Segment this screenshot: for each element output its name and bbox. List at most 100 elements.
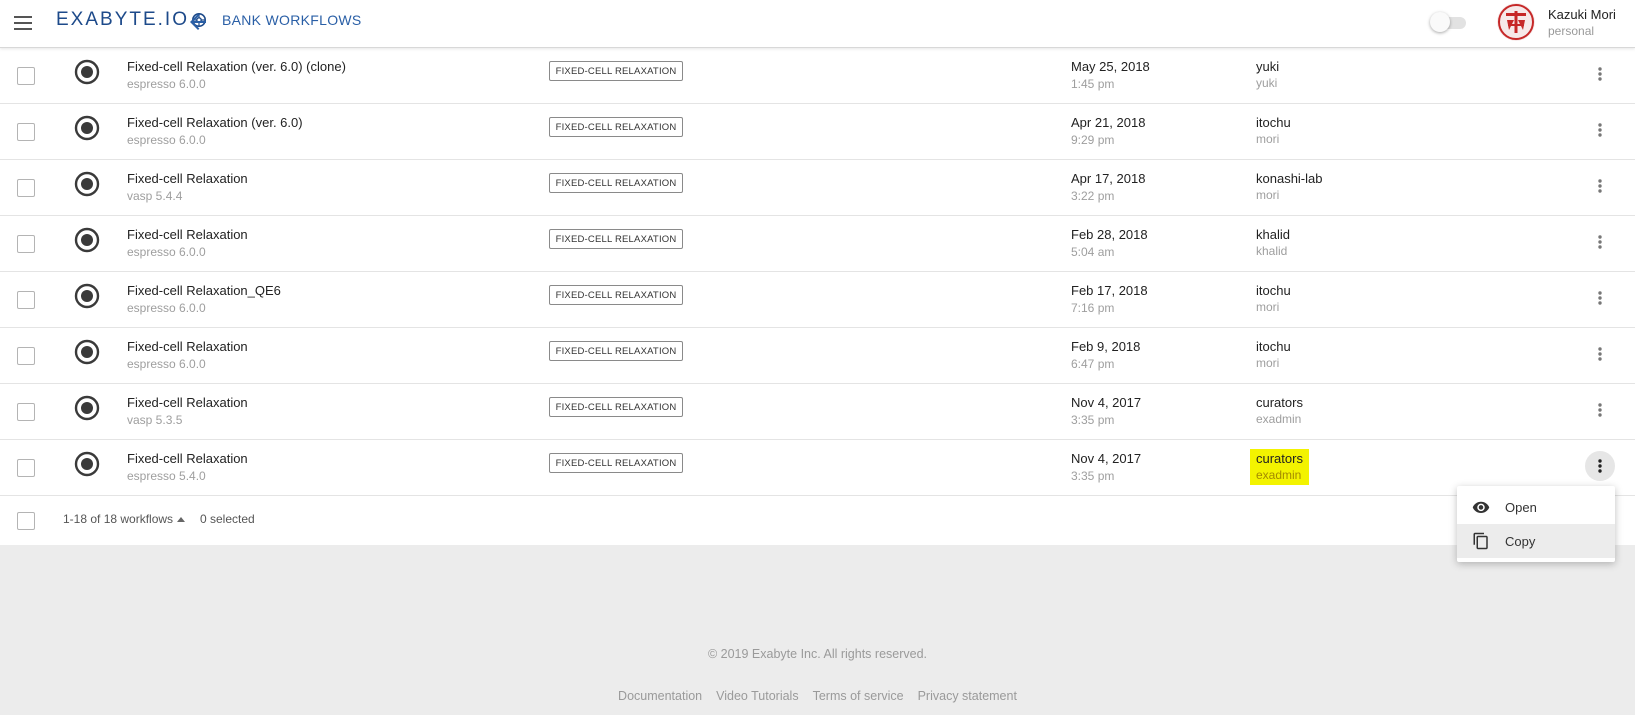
row-checkbox[interactable] (17, 123, 35, 141)
table-row[interactable]: Fixed-cell Relaxation vasp 5.3.5 FIXED-C… (0, 383, 1635, 440)
row-checkbox[interactable] (17, 347, 35, 365)
workflow-radio-icon (74, 395, 100, 421)
workflow-radio-icon (74, 115, 100, 141)
user-name[interactable]: Kazuki Mori (1548, 7, 1616, 22)
hamburger-menu-icon[interactable] (12, 12, 34, 34)
workflow-name[interactable]: Fixed-cell Relaxation (ver. 6.0) (clone) (127, 59, 346, 74)
workflow-tag: FIXED-CELL RELAXATION (549, 173, 683, 193)
workflow-application: espresso 6.0.0 (127, 357, 206, 371)
workflow-name[interactable]: Fixed-cell Relaxation (ver. 6.0) (127, 115, 303, 130)
row-checkbox[interactable] (17, 235, 35, 253)
menu-item-open[interactable]: Open (1457, 490, 1615, 524)
workflow-name[interactable]: Fixed-cell Relaxation (127, 171, 248, 186)
workflow-creator: exadmin (1256, 468, 1302, 482)
row-actions-menu: Open Copy (1457, 486, 1615, 562)
menu-item-label: Copy (1505, 533, 1536, 549)
workflow-tag: FIXED-CELL RELAXATION (549, 453, 683, 473)
owner-cell: curators exadmin (1250, 393, 1309, 429)
workflow-tag: FIXED-CELL RELAXATION (549, 117, 683, 137)
workflow-creator: mori (1256, 356, 1280, 370)
terms-of-service-link[interactable]: Terms of service (813, 689, 904, 703)
workflow-creator: mori (1256, 188, 1280, 202)
more-actions-button[interactable] (1585, 339, 1615, 369)
more-actions-button[interactable] (1585, 115, 1615, 145)
owner-cell: khalid khalid (1250, 225, 1296, 261)
workflow-application: vasp 5.4.4 (127, 189, 183, 203)
owner-cell-highlighted: curators exadmin (1250, 449, 1309, 485)
table-row[interactable]: Fixed-cell Relaxation (ver. 6.0) (clone)… (0, 47, 1635, 104)
table-row[interactable]: Fixed-cell Relaxation espresso 6.0.0 FIX… (0, 327, 1635, 384)
workflow-time: 6:47 pm (1071, 357, 1115, 371)
more-actions-button[interactable] (1585, 395, 1615, 425)
eye-icon (1472, 501, 1490, 513)
workflow-date: Feb 17, 2018 (1071, 283, 1148, 298)
workflow-creator: yuki (1256, 76, 1278, 90)
workflow-creator: exadmin (1256, 412, 1302, 426)
more-vert-icon (1598, 347, 1602, 361)
workflow-name[interactable]: Fixed-cell Relaxation_QE6 (127, 283, 281, 298)
workflow-owner: itochu (1256, 339, 1291, 354)
privacy-statement-link[interactable]: Privacy statement (918, 689, 1017, 703)
more-actions-button[interactable] (1585, 451, 1615, 481)
workflow-name[interactable]: Fixed-cell Relaxation (127, 227, 248, 242)
workflow-owner: itochu (1256, 283, 1291, 298)
workflow-owner: itochu (1256, 115, 1291, 130)
workflow-tag: FIXED-CELL RELAXATION (549, 229, 683, 249)
exabyte-logo[interactable]: EXABYTE.IO (56, 9, 207, 31)
copy-icon (1473, 532, 1488, 550)
workflow-tag: FIXED-CELL RELAXATION (549, 61, 683, 81)
page-title: BANK WORKFLOWS (222, 12, 362, 28)
more-actions-button[interactable] (1585, 59, 1615, 89)
video-tutorials-link[interactable]: Video Tutorials (716, 689, 798, 703)
workflow-tag: FIXED-CELL RELAXATION (549, 341, 683, 361)
footer-links: Documentation Video Tutorials Terms of s… (0, 689, 1635, 703)
workflow-tag: FIXED-CELL RELAXATION (549, 285, 683, 305)
menu-item-copy[interactable]: Copy (1457, 524, 1615, 558)
documentation-link[interactable]: Documentation (618, 689, 702, 703)
workflow-date: Nov 4, 2017 (1071, 395, 1142, 410)
row-checkbox[interactable] (17, 291, 35, 309)
workflow-name[interactable]: Fixed-cell Relaxation (127, 395, 248, 410)
workflow-application: espresso 6.0.0 (127, 77, 206, 91)
workflow-date: May 25, 2018 (1071, 59, 1150, 74)
more-vert-icon (1598, 235, 1602, 249)
select-all-checkbox[interactable] (17, 512, 35, 530)
pagination-count[interactable]: 1-18 of 18 workflows (63, 512, 186, 526)
more-actions-button[interactable] (1585, 227, 1615, 257)
more-actions-button[interactable] (1585, 283, 1615, 313)
workflow-time: 7:16 pm (1071, 301, 1115, 315)
workflow-name[interactable]: Fixed-cell Relaxation (127, 339, 248, 354)
owner-cell: konashi-lab mori (1250, 169, 1329, 205)
table-row[interactable]: Fixed-cell Relaxation_QE6 espresso 6.0.0… (0, 271, 1635, 328)
row-checkbox[interactable] (17, 459, 35, 477)
row-checkbox[interactable] (17, 179, 35, 197)
back-arrow-icon[interactable] (186, 10, 210, 34)
workflow-owner: khalid (1256, 227, 1290, 242)
table-row[interactable]: Fixed-cell Relaxation espresso 6.0.0 FIX… (0, 215, 1635, 272)
workflow-name[interactable]: Fixed-cell Relaxation (127, 451, 248, 466)
workflow-creator: mori (1256, 132, 1280, 146)
caret-up-icon (177, 516, 186, 522)
owner-cell: itochu mori (1250, 281, 1297, 317)
workflow-owner: curators (1256, 395, 1303, 410)
theme-toggle[interactable] (1430, 11, 1470, 33)
more-vert-icon (1598, 403, 1602, 417)
app-header: EXABYTE.IO BANK WORKFLOWS Kazuki Mori pe… (0, 0, 1635, 48)
workflow-application: espresso 6.0.0 (127, 133, 206, 147)
workflow-count: 1-18 of 18 workflows (63, 512, 174, 526)
workflow-radio-icon (74, 451, 100, 477)
workflow-application: vasp 5.3.5 (127, 413, 183, 427)
copyright-text: © 2019 Exabyte Inc. All rights reserved. (707, 647, 928, 661)
workflow-time: 9:29 pm (1071, 133, 1115, 147)
table-row[interactable]: Fixed-cell Relaxation (ver. 6.0) espress… (0, 103, 1635, 160)
table-row[interactable]: Fixed-cell Relaxation vasp 5.4.4 FIXED-C… (0, 159, 1635, 216)
row-checkbox[interactable] (17, 403, 35, 421)
row-checkbox[interactable] (17, 67, 35, 85)
user-avatar[interactable] (1497, 3, 1535, 41)
more-actions-button[interactable] (1585, 171, 1615, 201)
more-vert-icon (1598, 179, 1602, 193)
table-row[interactable]: Fixed-cell Relaxation espresso 5.4.0 FIX… (0, 439, 1635, 496)
workflow-creator: mori (1256, 300, 1280, 314)
workflow-date: Apr 21, 2018 (1071, 115, 1146, 130)
workflow-time: 3:35 pm (1071, 469, 1115, 483)
